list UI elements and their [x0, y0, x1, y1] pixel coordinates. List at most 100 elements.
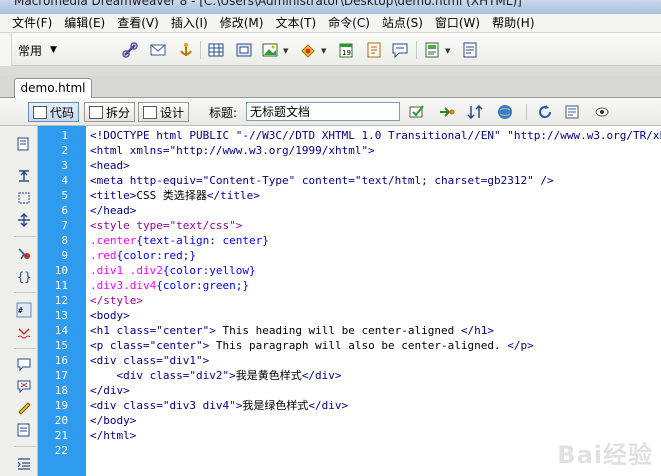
- code-line[interactable]: .center{text-align: center}: [90, 233, 269, 248]
- validate-icon[interactable]: [406, 102, 428, 122]
- menu-view[interactable]: 查看(V): [111, 14, 165, 33]
- hyperlink-icon[interactable]: [120, 40, 140, 60]
- open-documents-icon[interactable]: [15, 136, 33, 152]
- design-view-button[interactable]: 设计: [138, 102, 190, 122]
- code-line[interactable]: .div3.div4{color:green;}: [90, 278, 249, 293]
- code-line[interactable]: <meta http-equiv="Content-Type" content=…: [90, 173, 554, 188]
- refresh-icon[interactable]: [534, 102, 556, 122]
- visual-aids-icon[interactable]: [592, 102, 614, 122]
- code-line[interactable]: </body>: [90, 413, 136, 428]
- date-icon[interactable]: 19: [336, 40, 356, 60]
- indent-code-icon[interactable]: [15, 456, 33, 472]
- code-token-tag: </div>: [90, 384, 130, 397]
- code-token-tag: </p>: [507, 339, 534, 352]
- toolbar-separator: [14, 446, 36, 447]
- menu-window[interactable]: 窗口(W): [429, 14, 486, 33]
- browser-preview-icon[interactable]: [494, 102, 516, 122]
- code-line[interactable]: <html xmlns="http://www.w3.org/1999/xhtm…: [90, 143, 375, 158]
- templates-icon[interactable]: [422, 40, 442, 60]
- code-line[interactable]: </head>: [90, 203, 136, 218]
- code-line[interactable]: </div>: [90, 383, 130, 398]
- toolbar-separator: [14, 292, 36, 293]
- split-view-button[interactable]: 拆分: [84, 102, 136, 122]
- svg-text:19: 19: [342, 49, 351, 57]
- code-line[interactable]: <div class="div1">: [90, 353, 209, 368]
- chevron-down-icon[interactable]: ▼: [283, 47, 288, 55]
- line-number: 4: [61, 174, 68, 187]
- code-line[interactable]: <h1 class="center"> This heading will be…: [90, 323, 494, 338]
- remove-comment-icon[interactable]: [15, 378, 33, 394]
- chevron-down-icon[interactable]: ▼: [321, 47, 326, 55]
- layer-icon[interactable]: [234, 40, 254, 60]
- line-number: 8: [61, 234, 68, 247]
- balance-braces-icon[interactable]: {}: [15, 268, 33, 284]
- comment-icon[interactable]: [390, 40, 410, 60]
- code-token-tag: </div>: [301, 369, 342, 382]
- insert-category-label: 常用: [18, 43, 43, 58]
- select-parent-tag-icon[interactable]: [15, 246, 33, 262]
- line-numbers-icon[interactable]: #: [15, 302, 33, 318]
- menu-insert[interactable]: 插入(I): [165, 14, 214, 33]
- code-line[interactable]: <div class="div2">我是黄色样式</div>: [90, 368, 342, 383]
- menu-commands[interactable]: 命令(C): [322, 14, 376, 33]
- expand-all-icon[interactable]: [15, 212, 33, 228]
- document-tab[interactable]: demo.html: [14, 78, 92, 99]
- code-line[interactable]: <title>CSS 类选择器</title>: [90, 188, 260, 203]
- wrap-tag-icon[interactable]: [15, 400, 33, 416]
- menu-site[interactable]: 站点(S): [376, 14, 429, 33]
- menu-text[interactable]: 文本(T): [269, 14, 322, 33]
- tag-chooser-icon[interactable]: [460, 40, 480, 60]
- code-line[interactable]: </html>: [90, 428, 136, 443]
- code-token-tag: <html xmlns="http://www.w3.org/1999/xhtm…: [90, 144, 375, 157]
- chevron-down-icon[interactable]: ▼: [445, 47, 450, 55]
- code-token-selector: .center: [90, 234, 137, 247]
- line-number: 19: [54, 399, 68, 412]
- page-title-input[interactable]: [246, 102, 400, 121]
- named-anchor-icon[interactable]: [176, 40, 196, 60]
- code-token-tag: <!DOCTYPE html PUBLIC "-//W3C//DTD XHTML…: [90, 129, 661, 142]
- toolbar-separator: [14, 236, 36, 237]
- code-line[interactable]: <head>: [90, 158, 130, 173]
- toolbar-separator: [416, 41, 417, 59]
- recent-snippets-icon[interactable]: [15, 422, 33, 438]
- code-token-tag: <body>: [90, 309, 130, 322]
- highlight-invalid-code-icon[interactable]: [15, 324, 33, 340]
- code-view-button[interactable]: 代码: [28, 102, 80, 122]
- code-token-tag: <p class="center">: [90, 339, 210, 352]
- menu-help[interactable]: 帮助(H): [486, 14, 540, 33]
- media-icon[interactable]: [298, 40, 318, 60]
- refresh-design-icon[interactable]: [464, 102, 486, 122]
- view-options-icon[interactable]: [562, 102, 584, 122]
- image-icon[interactable]: [260, 40, 280, 60]
- email-link-icon[interactable]: [148, 40, 168, 60]
- code-line[interactable]: .div1 .div2{color:yellow}: [90, 263, 256, 278]
- code-editor[interactable]: 1 2 3 4 5 6 7 8 9 10 11 12 13 14 15 16 17 18 19 20 21 22 <!DO…: [38, 126, 661, 476]
- line-number: 21: [54, 429, 68, 442]
- code-line[interactable]: <body>: [90, 308, 130, 323]
- code-token-text: This paragraph will also be center-align…: [209, 339, 508, 352]
- code-token-style: <style type="text/css">: [90, 219, 243, 232]
- line-number-gutter: 1 2 3 4 5 6 7 8 9 10 11 12 13 14 15 16 17 18 19 20 21 22: [38, 126, 86, 476]
- collapse-selection-icon[interactable]: [15, 190, 33, 206]
- code-line[interactable]: </style>: [90, 293, 143, 308]
- code-line[interactable]: .red{color:red;}: [90, 248, 196, 263]
- menu-modify[interactable]: 修改(M): [214, 14, 270, 33]
- apply-comment-icon[interactable]: [15, 356, 33, 372]
- toolbar-grip[interactable]: [0, 33, 12, 66]
- table-icon[interactable]: [206, 40, 226, 60]
- svg-text:{}: {}: [17, 270, 31, 284]
- insert-category-select[interactable]: 常用 ▼: [18, 40, 57, 60]
- menu-edit[interactable]: 编辑(E): [58, 14, 111, 33]
- code-line[interactable]: <style type="text/css">: [90, 218, 242, 233]
- collapse-full-tag-icon[interactable]: [15, 168, 33, 184]
- chevron-down-icon: ▼: [50, 45, 57, 55]
- split-view-label: 拆分: [106, 105, 131, 120]
- server-side-include-icon[interactable]: [364, 40, 384, 60]
- file-management-icon[interactable]: [436, 102, 458, 122]
- menu-file[interactable]: 文件(F): [6, 14, 58, 33]
- code-line[interactable]: <!DOCTYPE html PUBLIC "-//W3C//DTD XHTML…: [90, 128, 661, 143]
- code-line[interactable]: <div class="div3 div4">我是绿色样式</div>: [90, 398, 348, 413]
- page-title-label: 标题:: [209, 106, 238, 120]
- line-number: 17: [54, 369, 68, 382]
- code-line[interactable]: <p class="center"> This paragraph will a…: [90, 338, 534, 353]
